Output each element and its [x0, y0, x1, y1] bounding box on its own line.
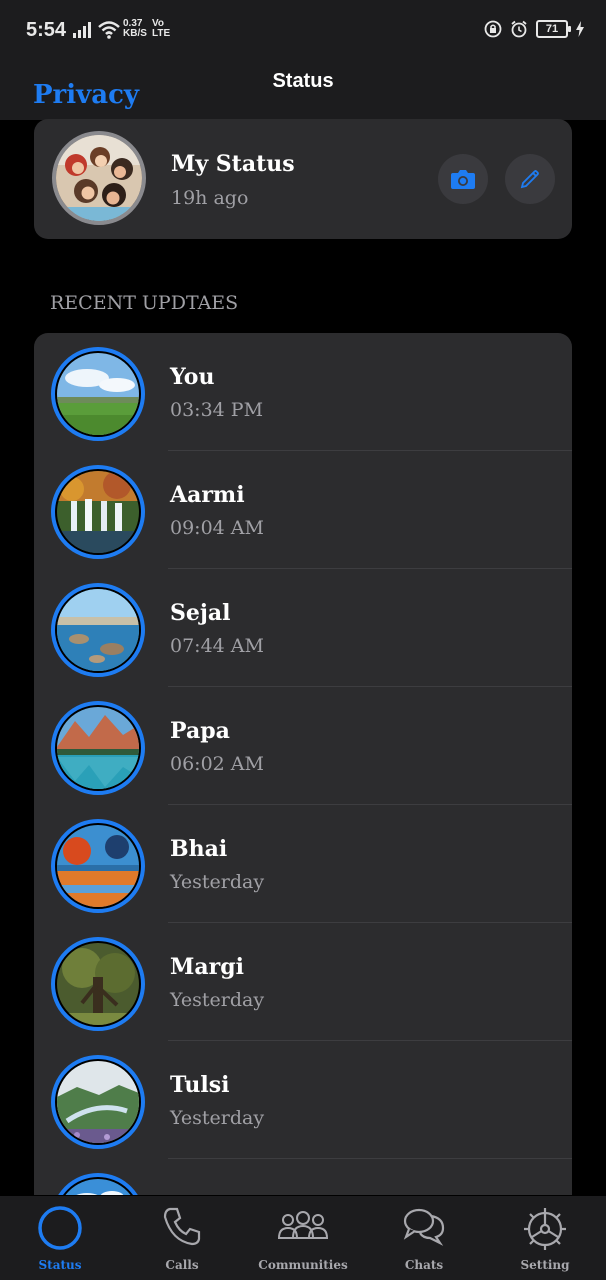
- status-row[interactable]: Sejal 07:44 AM: [34, 569, 572, 687]
- camera-icon: [451, 170, 475, 189]
- battery-icon: 71: [536, 20, 571, 38]
- status-icons-right: 71: [484, 20, 584, 38]
- my-status-avatar[interactable]: [52, 131, 146, 225]
- status-row[interactable]: Bhai Yesterday: [34, 805, 572, 923]
- my-status-card[interactable]: My Status 19h ago: [34, 119, 572, 239]
- status-row[interactable]: Margi Yesterday: [34, 923, 572, 1041]
- status-thumbnail[interactable]: [51, 465, 145, 559]
- waterfall-image: [57, 471, 139, 553]
- status-thumbnail[interactable]: [51, 819, 145, 913]
- status-time: 07:44 AM: [170, 635, 264, 657]
- rotation-lock-icon: [484, 20, 502, 38]
- status-thumbnail[interactable]: [51, 1055, 145, 1149]
- camera-button[interactable]: [438, 154, 488, 204]
- tab-label: Communities: [258, 1258, 348, 1272]
- status-thumbnail[interactable]: [51, 937, 145, 1031]
- meadow-image: [57, 353, 139, 435]
- people-icon: [277, 1211, 329, 1239]
- gear-icon: [524, 1208, 566, 1250]
- edit-button[interactable]: [505, 154, 555, 204]
- status-time: Yesterday: [170, 989, 265, 1011]
- status-row[interactable]: You 03:34 PM: [34, 333, 572, 451]
- tab-label: Setting: [520, 1258, 570, 1272]
- chat-bubbles-icon: [403, 1208, 445, 1246]
- status-thumbnail[interactable]: [51, 347, 145, 441]
- contact-name: Sejal: [170, 600, 231, 626]
- lake-rocks-image: [57, 589, 139, 671]
- mountain-lake-image: [57, 707, 139, 789]
- wifi-icon: [98, 21, 120, 39]
- tab-setting[interactable]: Setting: [485, 1196, 605, 1280]
- my-status-time: 19h ago: [171, 187, 249, 209]
- valley-river-image: [57, 1061, 139, 1143]
- status-time: Yesterday: [170, 871, 265, 893]
- tab-label: Calls: [165, 1258, 199, 1272]
- recent-updates-list: You 03:34 PM Aarmi 09:04 AM Sejal 07:44 …: [34, 333, 572, 1195]
- contact-name: Papa: [170, 718, 230, 744]
- network-speed: 0.37 KB/S: [123, 18, 147, 39]
- signal-icon: [73, 22, 91, 38]
- contact-name: Bhai: [170, 836, 228, 862]
- sky-image: [57, 1179, 139, 1195]
- status-row[interactable]: [34, 1159, 572, 1195]
- recent-updates-heading: RECENT UPDTAES: [50, 292, 239, 314]
- phone-icon: [163, 1207, 201, 1246]
- alarm-icon: [511, 20, 527, 38]
- tab-status[interactable]: Status: [0, 1196, 120, 1280]
- autumn-park-image: [57, 825, 139, 907]
- tab-calls[interactable]: Calls: [122, 1196, 242, 1280]
- forest-image: [57, 943, 139, 1025]
- charging-bolt-icon: [576, 21, 584, 37]
- status-time: Yesterday: [170, 1107, 265, 1129]
- status-thumbnail[interactable]: [51, 701, 145, 795]
- status-row[interactable]: Aarmi 09:04 AM: [34, 451, 572, 569]
- tab-label: Status: [38, 1258, 82, 1272]
- status-thumbnail[interactable]: [51, 583, 145, 677]
- volte-indicator: Vo LTE: [152, 18, 171, 39]
- group-photo-image: [56, 135, 142, 221]
- contact-name: Tulsi: [170, 1072, 230, 1098]
- my-status-name: My Status: [171, 151, 295, 177]
- system-status-bar: 5:54 0.37 KB/S Vo LTE 71: [0, 0, 606, 60]
- circle-icon: [38, 1206, 82, 1250]
- status-row[interactable]: Papa 06:02 AM: [34, 687, 572, 805]
- status-time: 03:34 PM: [170, 399, 264, 421]
- contact-name: Aarmi: [170, 482, 245, 508]
- status-time: 06:02 AM: [170, 753, 264, 775]
- clock: 5:54: [26, 19, 67, 41]
- bottom-tab-bar: Status Calls Communities Chats Setting: [0, 1196, 606, 1280]
- status-thumbnail[interactable]: [51, 1173, 145, 1195]
- back-privacy-link[interactable]: Privacy: [33, 80, 139, 110]
- status-row[interactable]: Tulsi Yesterday: [34, 1041, 572, 1159]
- tab-communities[interactable]: Communities: [243, 1196, 363, 1280]
- contact-name: Margi: [170, 954, 244, 980]
- status-time: 09:04 AM: [170, 517, 264, 539]
- tab-chats[interactable]: Chats: [364, 1196, 484, 1280]
- contact-name: You: [170, 364, 215, 390]
- nav-header: Status Privacy: [0, 60, 606, 120]
- tab-label: Chats: [404, 1258, 444, 1272]
- pencil-icon: [520, 170, 539, 189]
